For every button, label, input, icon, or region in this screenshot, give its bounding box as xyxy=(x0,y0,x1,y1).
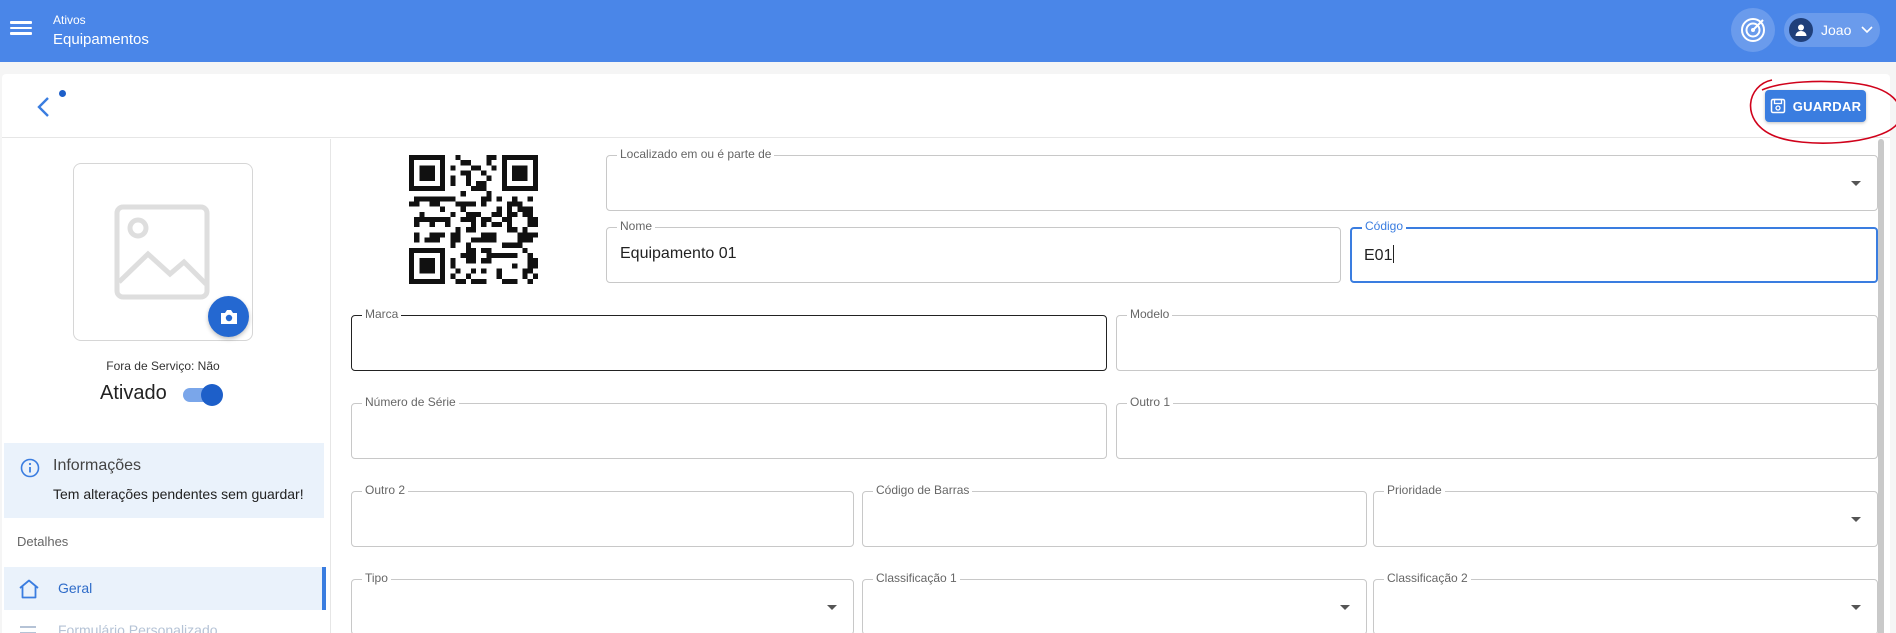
priority-select[interactable]: Prioridade xyxy=(1373,483,1878,547)
sidebar-item-geral[interactable]: Geral xyxy=(4,567,326,610)
back-icon[interactable] xyxy=(32,94,58,120)
sidebar-item-label: Geral xyxy=(58,580,93,596)
out-of-service-status: Fora de Serviço: Não xyxy=(106,359,220,373)
dropdown-arrow-icon xyxy=(1340,605,1350,610)
dropdown-arrow-icon xyxy=(827,605,837,610)
info-title: Informações xyxy=(53,457,142,474)
active-row: Ativado xyxy=(100,382,223,406)
qr-code xyxy=(409,155,538,284)
card-header: GUARDAR xyxy=(2,74,1896,144)
brand-field[interactable]: Marca xyxy=(351,307,1107,371)
other2-field[interactable]: Outro 2 xyxy=(351,483,854,547)
save-label: GUARDAR xyxy=(1792,98,1862,114)
menu-icon[interactable] xyxy=(10,18,32,40)
info-banner: Informações Tem alterações pendentes sem… xyxy=(4,443,324,518)
sidebar-item-custom-form[interactable]: Formulário Personalizado xyxy=(4,616,324,633)
sidebar-item-label: Formulário Personalizado xyxy=(58,622,218,633)
save-icon xyxy=(1770,98,1785,114)
type-select[interactable]: Tipo xyxy=(351,571,854,633)
form-area: Localizado em ou é parte de Nome Equipam… xyxy=(332,139,1890,633)
info-icon xyxy=(20,458,40,478)
scrollbar[interactable] xyxy=(1878,139,1885,633)
breadcrumb[interactable]: Ativos xyxy=(53,13,86,27)
dropdown-arrow-icon xyxy=(1851,181,1861,186)
active-label: Ativado xyxy=(100,382,167,404)
active-toggle[interactable] xyxy=(182,383,223,406)
other1-field[interactable]: Outro 1 xyxy=(1116,395,1878,459)
chevron-down-icon xyxy=(1861,21,1873,39)
info-message: Tem alterações pendentes sem guardar! xyxy=(53,486,304,502)
user-menu[interactable]: Joao xyxy=(1784,13,1880,47)
classification1-select[interactable]: Classificação 1 xyxy=(862,571,1367,633)
list-icon xyxy=(20,626,36,633)
page-title: Equipamentos xyxy=(53,31,149,48)
equipment-card: GUARDAR Fora de Serviço: Não Ativado Inf… xyxy=(2,74,1896,633)
dropdown-arrow-icon xyxy=(1851,517,1861,522)
unsaved-indicator xyxy=(59,90,66,97)
name-field[interactable]: Nome Equipamento 01 xyxy=(606,219,1341,283)
camera-icon[interactable] xyxy=(208,296,249,337)
user-name: Joao xyxy=(1821,22,1852,38)
serial-number-field[interactable]: Número de Série xyxy=(351,395,1107,459)
section-label: Detalhes xyxy=(17,534,69,549)
avatar xyxy=(1789,18,1813,42)
save-button[interactable]: GUARDAR xyxy=(1765,90,1866,122)
home-icon xyxy=(19,579,39,599)
model-field[interactable]: Modelo xyxy=(1116,307,1878,371)
target-icon[interactable] xyxy=(1731,8,1775,52)
dropdown-arrow-icon xyxy=(1851,605,1861,610)
classification2-select[interactable]: Classificação 2 xyxy=(1373,571,1878,633)
barcode-field[interactable]: Código de Barras xyxy=(862,483,1367,547)
sidebar: Fora de Serviço: Não Ativado Informações… xyxy=(2,139,331,633)
app-header: Ativos Equipamentos Joao xyxy=(0,0,1896,62)
located-in-select[interactable]: Localizado em ou é parte de xyxy=(606,147,1878,211)
image-icon xyxy=(114,204,210,300)
code-field[interactable]: Código E01 xyxy=(1350,219,1878,283)
